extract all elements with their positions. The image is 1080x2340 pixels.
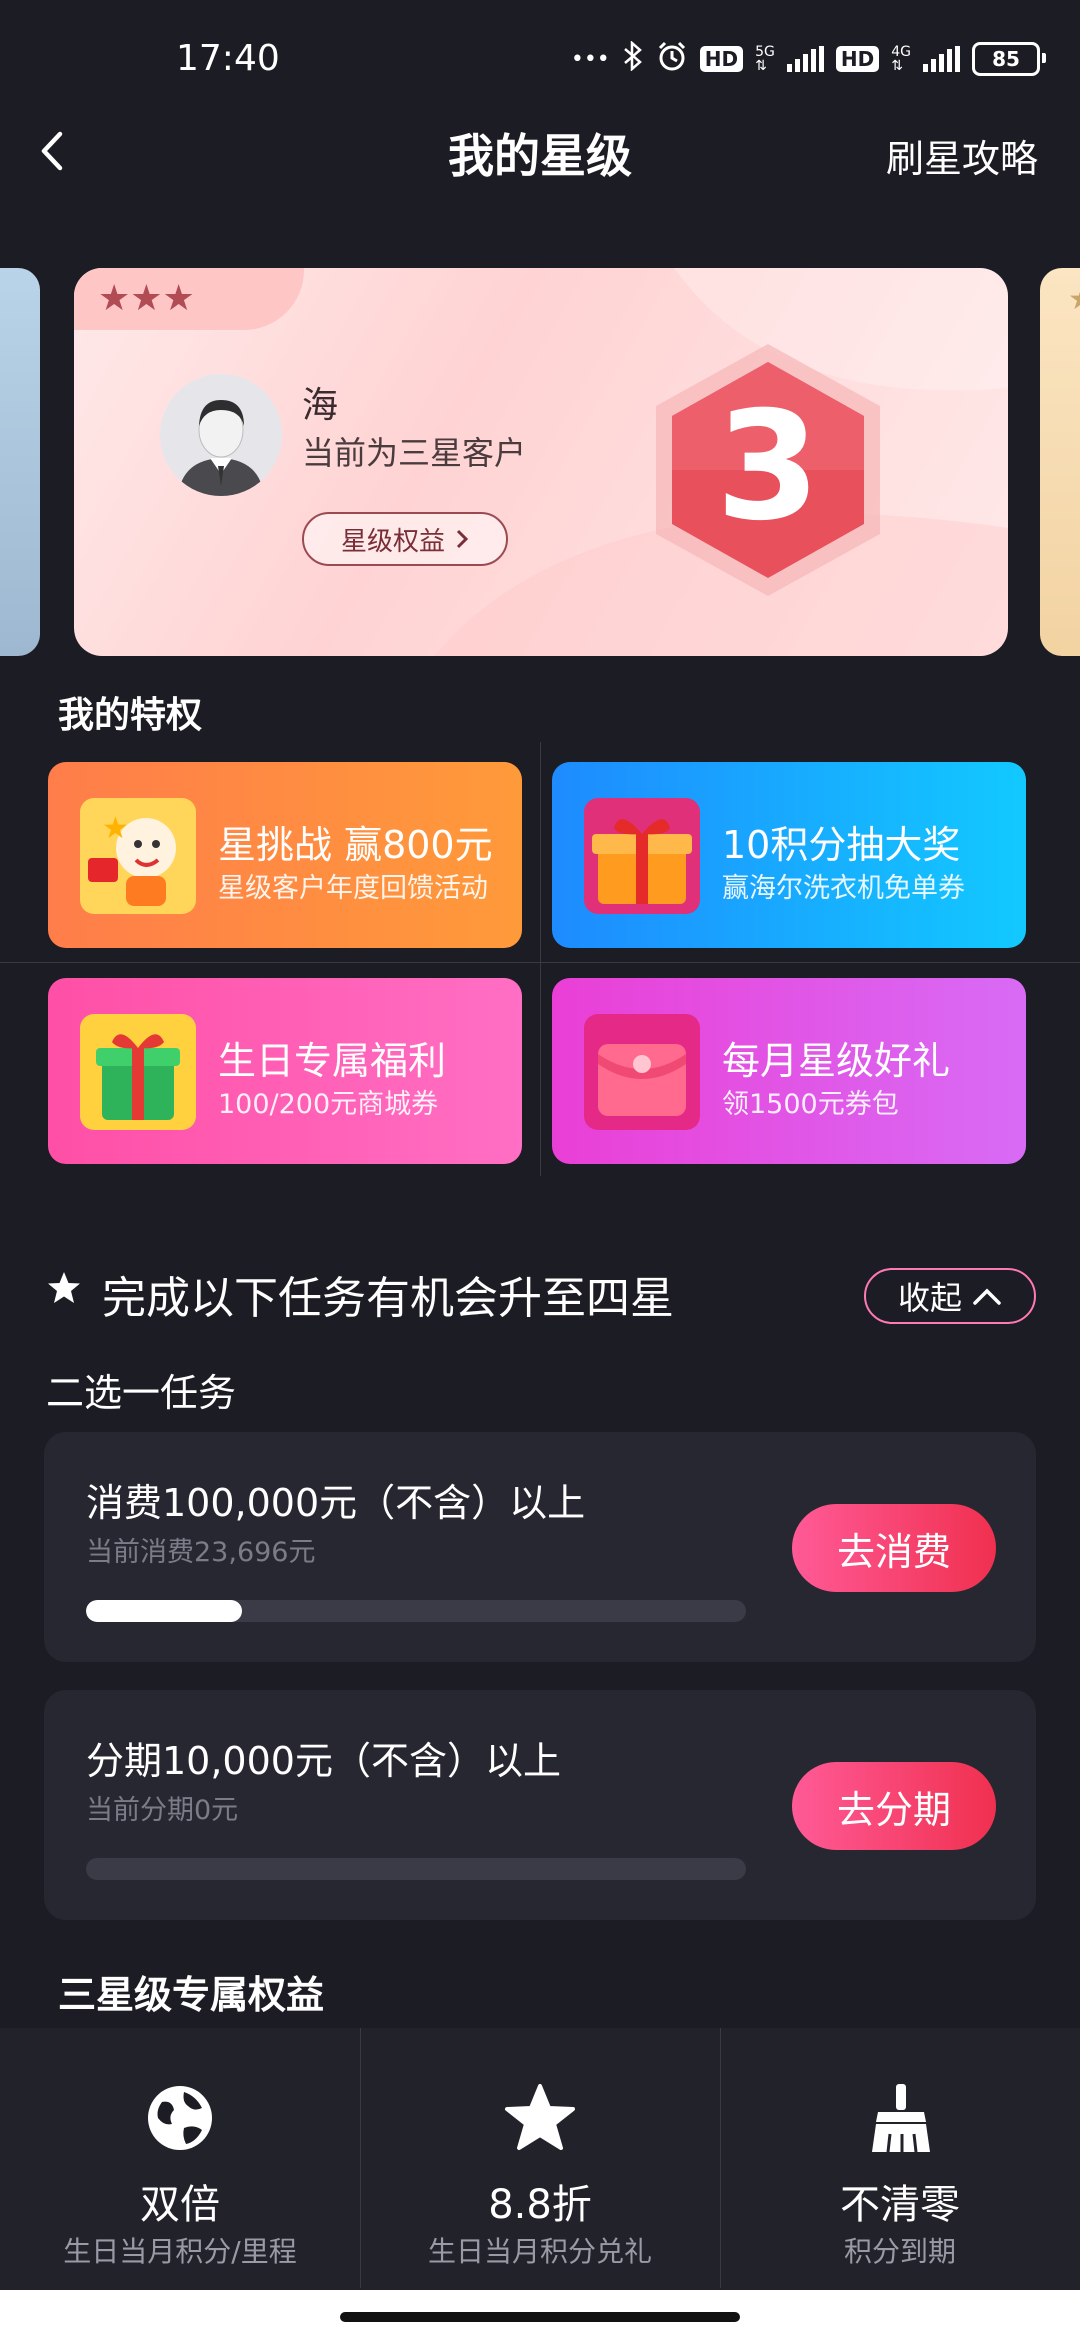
exclusive-desc: 积分到期 [843,2235,956,2268]
bluetooth-icon [622,40,644,77]
status-icons: ••• HD 5G ⇅ HD 4G ⇅ 85 [570,40,1046,78]
task-name: 分期10,000元（不含）以上 [86,1739,561,1783]
net1-text: 5G [755,44,775,60]
privilege-card-star-challenge[interactable]: ★ 星挑战 赢800元 星级客户年度回馈活动 [48,762,522,948]
grid-divider-vertical [540,742,541,1176]
choose-one-label: 二选一任务 [46,1371,237,1415]
level-benefits-button[interactable]: 星级权益 [302,512,508,566]
privilege-subtitle-3: 100/200元商城券 [218,1089,439,1120]
privilege-title-1: 星挑战 赢800元 [218,823,493,867]
next-level-card[interactable]: ★ [1040,268,1080,656]
more-dots-icon: ••• [570,46,610,72]
privilege-subtitle-4: 领1500元券包 [722,1089,899,1120]
battery-icon: 85 [972,42,1046,76]
exclusive-name: 双倍 [140,2182,220,2228]
exclusive-name: 不清零 [840,2182,960,2228]
level-benefits-label: 星级权益 [340,526,445,557]
alarm-icon [656,40,688,78]
gift-box-icon [584,798,700,914]
signal-icon-2 [923,46,960,72]
privilege-title-2: 10积分抽大奖 [722,823,961,867]
collapse-label: 收起 [897,1279,962,1317]
privilege-card-birthday[interactable]: 生日专属福利 100/200元商城券 [48,978,522,1164]
exclusive-item-double[interactable]: 双倍 生日当月积分/里程 [0,2034,360,2284]
net2-text: 4G [891,44,911,60]
strategy-link[interactable]: 刷星攻略 [886,128,1038,183]
go-installment-button[interactable]: 去分期 [792,1762,996,1850]
birthday-gift-icon [80,1014,196,1130]
exclusive-item-discount[interactable]: 8.8折 生日当月积分兑礼 [360,2034,720,2284]
net1-label: 5G ⇅ [755,44,775,74]
collapse-button[interactable]: 收起 [864,1268,1036,1324]
current-level-text: 当前为三星客户 [302,434,527,472]
privilege-subtitle-2: 赢海尔洗衣机免单券 [722,873,965,904]
task-progress-bar [86,1858,746,1880]
task-card-installment: 分期10,000元（不含）以上 当前分期0元 去分期 [44,1690,1036,1920]
privilege-card-points-draw[interactable]: 10积分抽大奖 赢海尔洗衣机免单券 [552,762,1026,948]
task-card-spend: 消费100,000元（不含）以上 当前消费23,696元 去消费 [44,1432,1036,1662]
svg-text:★: ★ [102,811,129,846]
task-current: 当前分期0元 [86,1795,239,1826]
privileges-title: 我的特权 [58,695,203,736]
tasks-title: 完成以下任务有机会升至四星 [102,1273,674,1324]
broom-icon [864,2082,936,2154]
exclusive-item-no-expire[interactable]: 不清零 积分到期 [720,2034,1080,2284]
exclusive-desc: 生日当月积分兑礼 [427,2235,652,2268]
grid-divider-horizontal [0,962,1080,963]
privilege-title-3: 生日专属福利 [218,1039,447,1083]
badge-number: 3 [716,380,820,554]
star-rating: ★★★ [98,278,195,319]
cartoon-grandpa-icon: ★ [80,798,196,914]
hd-badge-2: HD [835,46,880,72]
star-tab: ★★★ [74,268,304,330]
star-icon [504,2082,576,2154]
level-card[interactable]: ★★★ 海 当前为三星客户 星级权益 3 [74,268,1008,656]
level-badge: 3 [646,340,890,600]
exclusive-name: 8.8折 [488,2182,592,2228]
user-name: 海 [302,385,339,426]
task-progress-fill [86,1600,243,1622]
exclusive-title: 三星级专属权益 [58,1973,325,2017]
task-current: 当前消费23,696元 [86,1537,316,1568]
signal-icon-1 [786,46,824,72]
go-spend-button[interactable]: 去消费 [792,1504,996,1592]
task-progress-bar [86,1600,746,1622]
home-indicator[interactable] [340,2312,740,2322]
status-bar: 17:40 ••• HD 5G ⇅ HD 4G ⇅ 85 [0,0,1080,120]
task-name: 消费100,000元（不含）以上 [86,1481,586,1525]
prev-level-card[interactable] [0,268,40,656]
status-time: 17:40 [176,38,280,79]
privilege-subtitle-1: 星级客户年度回馈活动 [218,873,488,904]
exclusive-desc: 生日当月积分/里程 [63,2235,297,2268]
privilege-title-4: 每月星级好礼 [722,1039,951,1083]
coupon-wallet-icon [584,1014,700,1130]
avatar [160,374,282,496]
next-card-star-icon: ★ [1068,282,1080,317]
star-icon [46,1270,82,1306]
net2-label: 4G ⇅ [891,44,911,74]
hd-badge: HD [699,46,744,72]
chevron-right-icon [456,529,469,549]
privilege-card-monthly-gift[interactable]: 每月星级好礼 领1500元券包 [552,978,1026,1164]
chevron-up-icon [973,1288,1001,1305]
globe-icon [144,2082,216,2154]
